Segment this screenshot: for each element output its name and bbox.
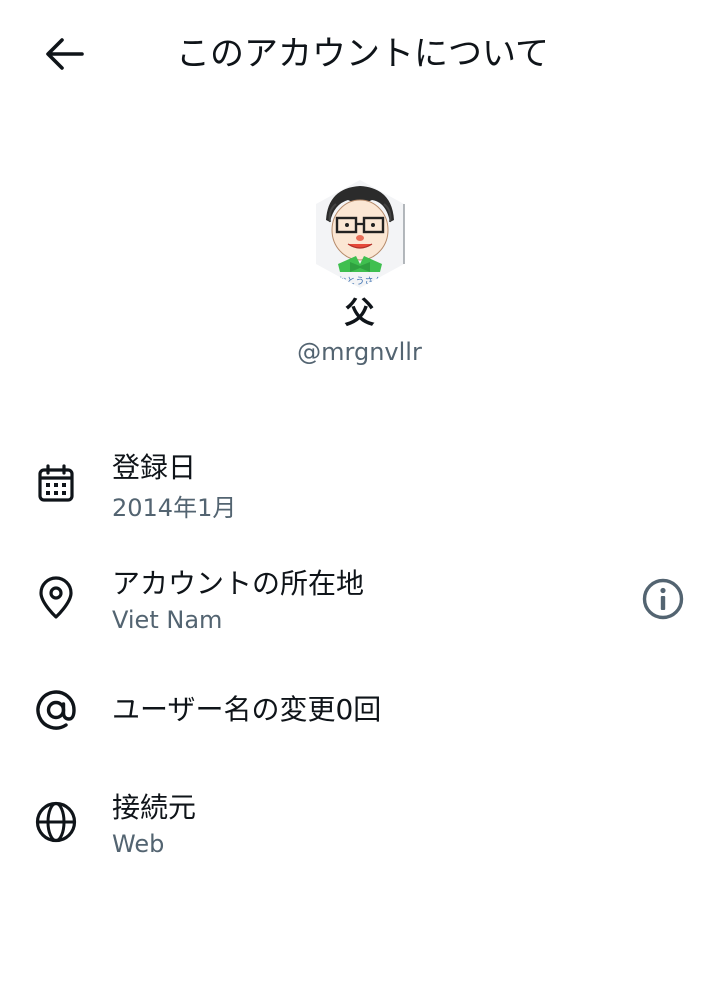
- arrow-left-icon: [46, 38, 84, 70]
- display-name: 父: [344, 296, 375, 331]
- location-info-button[interactable]: [638, 574, 688, 624]
- connected-via-label: 接続元: [112, 791, 197, 824]
- location-label: アカウントの所在地: [112, 567, 365, 600]
- back-button[interactable]: [40, 33, 88, 75]
- joined-row: 登録日 2014年1月: [0, 448, 719, 538]
- location-value: Viet Nam: [112, 606, 223, 634]
- calendar-icon: [34, 462, 78, 506]
- page-title: このアカウントについて: [176, 34, 549, 74]
- svg-text:おとうさん: おとうさん: [337, 276, 382, 287]
- joined-value: 2014年1月: [112, 494, 237, 522]
- profile-section: おとうさん 父 @mrgnvllr: [0, 180, 719, 368]
- username-handle: @mrgnvllr: [297, 338, 422, 366]
- globe-icon: [34, 800, 78, 844]
- connected-via-value: Web: [112, 830, 165, 858]
- username-changes-row: ユーザー名の変更0回: [0, 668, 719, 758]
- joined-label: 登録日: [112, 451, 197, 484]
- at-sign-icon: [34, 688, 78, 732]
- avatar[interactable]: おとうさん: [312, 180, 408, 288]
- info-icon: [642, 578, 684, 620]
- location-pin-icon: [34, 576, 78, 620]
- connected-via-row: 接続元 Web: [0, 788, 719, 878]
- header: このアカウントについて: [0, 0, 719, 110]
- username-changes-label: ユーザー名の変更0回: [112, 693, 382, 726]
- location-row: アカウントの所在地 Viet Nam: [0, 562, 719, 652]
